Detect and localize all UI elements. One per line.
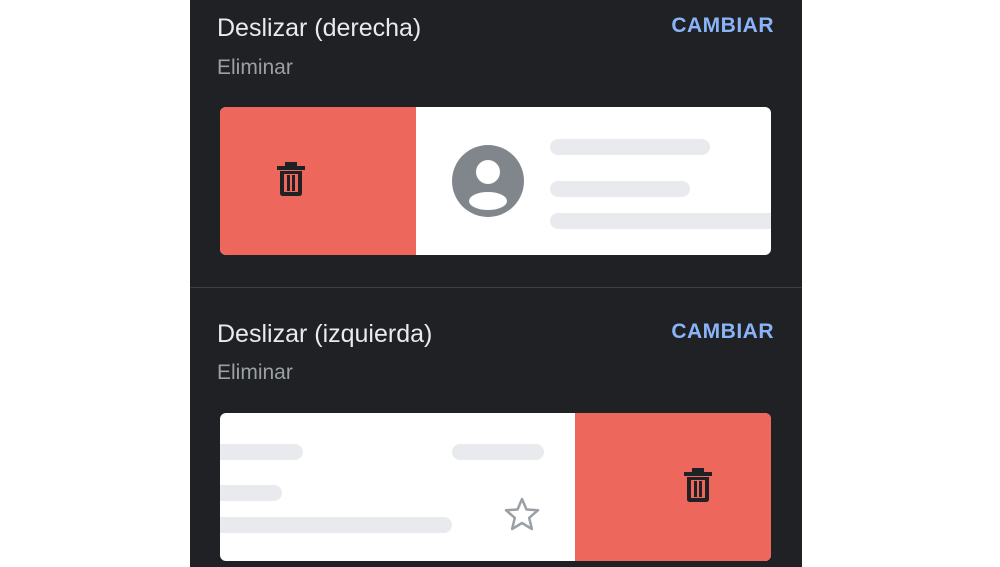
swipe-right-title: Deslizar (derecha) — [217, 14, 422, 42]
swipe-left-setting: Deslizar (izquierda) Eliminar CAMBIAR — [190, 288, 802, 567]
swipe-actions-screen: Deslizar (derecha) Eliminar CAMBIAR Desl… — [190, 0, 802, 567]
placeholder-line — [452, 444, 544, 460]
placeholder-line — [550, 213, 771, 229]
avatar-icon — [452, 145, 524, 217]
swipe-left-preview — [220, 413, 771, 561]
swipe-right-preview — [220, 107, 771, 255]
delete-action-panel — [220, 107, 416, 255]
swipe-right-setting: Deslizar (derecha) Eliminar CAMBIAR — [190, 0, 802, 287]
placeholder-line — [220, 485, 282, 501]
swipe-right-action: Eliminar — [217, 56, 293, 79]
swipe-left-change-button[interactable]: CAMBIAR — [671, 320, 774, 344]
placeholder-line — [220, 444, 303, 460]
trash-icon — [277, 162, 305, 196]
trash-icon — [684, 468, 712, 502]
placeholder-line — [220, 517, 452, 533]
swipe-right-change-button[interactable]: CAMBIAR — [671, 14, 774, 38]
star-icon — [504, 497, 540, 531]
placeholder-line — [550, 139, 710, 155]
delete-action-panel — [575, 413, 771, 561]
swipe-left-title: Deslizar (izquierda) — [217, 320, 433, 348]
placeholder-line — [550, 181, 690, 197]
swipe-left-action: Eliminar — [217, 361, 293, 384]
